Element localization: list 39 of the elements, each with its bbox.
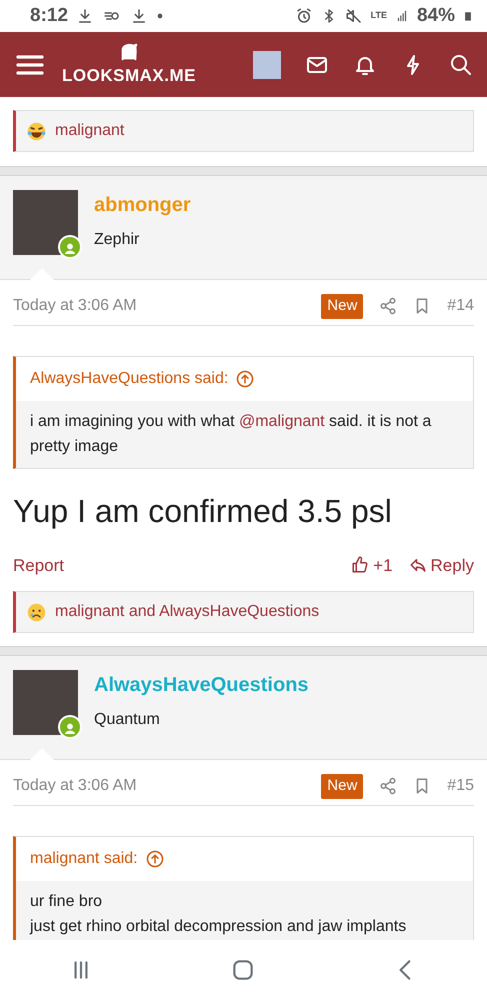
post-number[interactable]: #15 <box>447 774 474 798</box>
reply-label: Reply <box>430 554 474 577</box>
sad-emoji-icon <box>26 602 47 623</box>
battery-text: 84% <box>416 4 455 28</box>
reactions-text[interactable]: malignant <box>55 119 124 143</box>
post-date[interactable]: Today at 3:06 AM <box>13 774 137 798</box>
report-link[interactable]: Report <box>13 552 64 578</box>
user-rank: Zephir <box>94 230 140 250</box>
quote-author[interactable]: malignant said: <box>30 846 138 871</box>
post-number[interactable]: #14 <box>447 294 474 318</box>
search-icon[interactable] <box>449 52 473 76</box>
post-message: Yup I am confirmed 3.5 psl <box>13 492 393 531</box>
thumbs-up-icon <box>351 556 370 574</box>
quote-text: ur fine bro <box>30 892 104 912</box>
reply-button[interactable]: Reply <box>408 552 474 578</box>
user-rank: Quantum <box>94 710 161 730</box>
share-icon[interactable] <box>379 777 398 796</box>
new-badge: New <box>321 294 364 318</box>
arrow-up-circle-icon[interactable] <box>236 370 254 388</box>
username[interactable]: AlwaysHaveQuestions <box>94 670 309 700</box>
mute-icon <box>344 7 363 25</box>
share-icon[interactable] <box>379 297 398 316</box>
alarm-icon <box>294 7 313 25</box>
like-count: +1 <box>373 554 393 577</box>
quote-text: i am imagining you with what @malignant said. it is not a pretty image <box>30 412 432 458</box>
username[interactable]: abmonger <box>94 190 191 220</box>
new-badge: New <box>321 774 364 799</box>
like-button[interactable]: +1 <box>351 552 393 578</box>
post-date[interactable]: Today at 3:06 AM <box>13 294 137 318</box>
quote-author[interactable]: AlwaysHaveQuestions said: <box>30 366 228 390</box>
network-label: LTE <box>370 9 387 22</box>
site-logo[interactable]: LOOKSMAX.ME <box>62 62 196 88</box>
clock-text: 8:12 <box>30 4 68 28</box>
reply-arrow-icon <box>408 556 427 574</box>
arrow-up-circle-icon[interactable] <box>146 850 164 868</box>
quote-text: just get rhino orbital decompression and jaw implants <box>30 917 408 938</box>
reactions-text[interactable]: malignant and AlwaysHaveQuestions <box>55 600 320 624</box>
laugh-emoji-icon <box>26 120 47 142</box>
dot-icon <box>156 12 164 20</box>
